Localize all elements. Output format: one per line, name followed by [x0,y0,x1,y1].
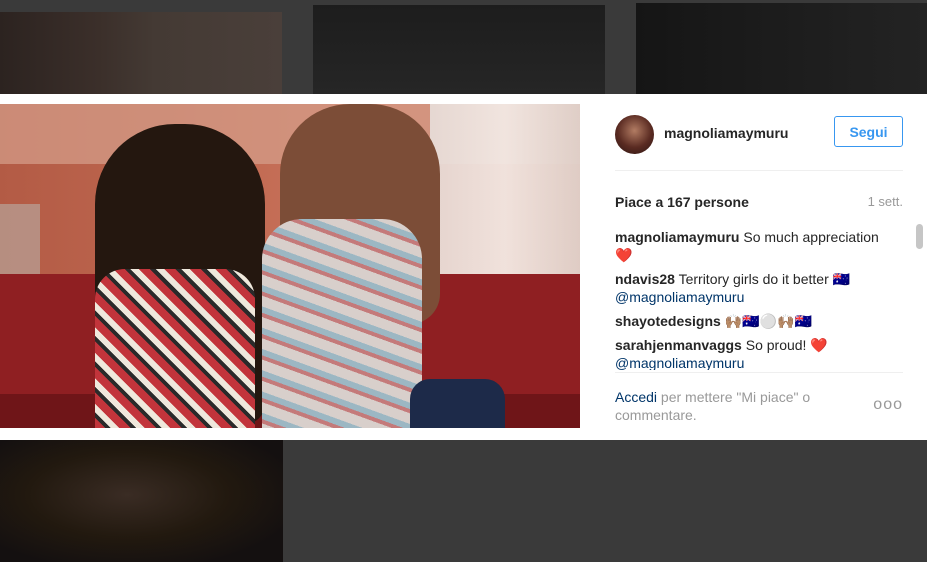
post-side-panel: magnoliamaymuru Segui Piace a 167 person… [580,94,927,440]
comment-item: shayotedesigns 🙌🏽🇦🇺⚪🙌🏽🇦🇺 [615,312,887,330]
heart-emoji: ❤️ [615,247,633,263]
comment-item: sarahjenmanvaggs So proud! ❤️ @magnoliam… [615,336,887,370]
post-modal: magnoliamaymuru Segui Piace a 167 person… [0,94,927,440]
post-time[interactable]: 1 sett. [868,194,903,209]
heart-emoji: ❤️ [810,337,828,353]
likes-count[interactable]: Piace a 167 persone [615,194,749,210]
comments-list[interactable]: magnoliamaymuru So much appreciation ❤️ … [615,228,887,370]
follow-button[interactable]: Segui [834,116,903,147]
comments-scrollbar[interactable] [916,224,923,249]
comment-username[interactable]: magnoliamaymuru [615,229,739,245]
comment-username[interactable]: shayotedesigns [615,313,721,329]
footer-divider [615,372,903,373]
photo-woman-dress [95,269,255,428]
comment-username[interactable]: sarahjenmanvaggs [615,337,742,353]
post-username[interactable]: magnoliamaymuru [664,125,788,141]
grid-thumbnail-3[interactable] [636,3,927,94]
post-photo[interactable] [0,104,580,428]
comment-text: So proud! [745,337,807,353]
profile-avatar[interactable] [615,115,654,154]
comment-item: magnoliamaymuru So much appreciation ❤️ [615,228,887,264]
photo-man-shirt [262,219,422,428]
header-divider [615,170,903,171]
comment-mention[interactable]: @magnoliamaymuru [615,354,887,370]
login-link[interactable]: Accedi [615,389,657,405]
photo-man-jeans [410,379,505,428]
comment-text: So much appreciation [743,229,879,245]
grid-thumbnail-4[interactable] [0,440,283,562]
login-prompt: Accedi per mettere "Mi piace" o commenta… [615,388,845,424]
comment-text: 🙌🏽🇦🇺⚪🙌🏽🇦🇺 [724,313,812,329]
comment-text: Territory girls do it better 🇦🇺 [678,271,851,287]
more-options-icon[interactable]: ooo [873,396,903,414]
grid-thumbnail-1[interactable] [0,12,282,94]
comment-username[interactable]: ndavis28 [615,271,675,287]
comment-item: ndavis28 Territory girls do it better 🇦🇺… [615,270,887,306]
grid-thumbnail-2[interactable] [313,5,605,94]
comment-mention[interactable]: @magnoliamaymuru [615,288,887,306]
post-header: magnoliamaymuru Segui [615,115,903,155]
